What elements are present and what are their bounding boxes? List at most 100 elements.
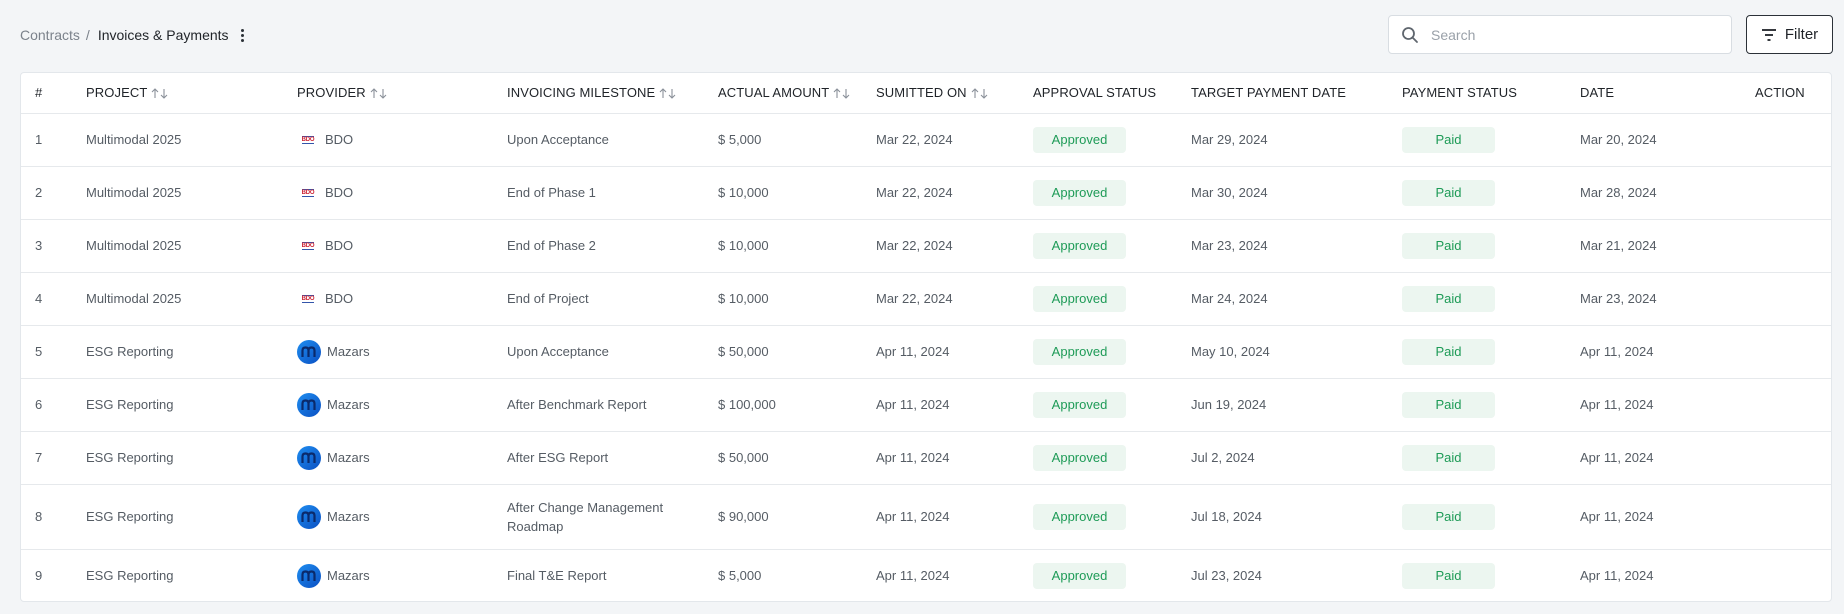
cell-submitted: Apr 11, 2024 <box>876 431 1033 485</box>
cell-date: Mar 20, 2024 <box>1580 113 1755 167</box>
cell-approval: Approved <box>1033 272 1191 326</box>
table-row[interactable]: 2 Multimodal 2025 BDO BDO End of Phase 1 … <box>21 166 1831 220</box>
payment-status-badge: Paid <box>1402 391 1495 418</box>
filter-button[interactable]: Filter <box>1746 15 1833 54</box>
cell-project: Multimodal 2025 <box>86 166 297 220</box>
cell-action[interactable] <box>1755 325 1831 379</box>
cell-index: 8 <box>21 484 86 550</box>
cell-project: Multimodal 2025 <box>86 113 297 167</box>
cell-target: May 10, 2024 <box>1191 325 1402 379</box>
approval-status-badge: Approved <box>1033 232 1126 259</box>
invoices-table-card: # PROJECT PROVIDER INVOICING MILESTONE A… <box>20 72 1832 602</box>
cell-index: 3 <box>21 219 86 273</box>
cell-amount: $ 5,000 <box>718 568 762 584</box>
cell-approval: Approved <box>1033 166 1191 220</box>
approval-status-badge: Approved <box>1033 285 1126 312</box>
col-header-milestone[interactable]: INVOICING MILESTONE <box>507 73 718 114</box>
table-row[interactable]: 4 Multimodal 2025 BDO BDO End of Project … <box>21 272 1831 326</box>
col-header-approval: APPROVAL STATUS <box>1033 73 1191 114</box>
cell-milestone: End of Phase 1 <box>507 166 718 220</box>
cell-action[interactable] <box>1755 166 1831 220</box>
cell-amount: $ 10,000 <box>718 272 876 326</box>
cell-action[interactable] <box>1755 219 1831 273</box>
col-header-index: # <box>21 73 86 114</box>
bdo-logo-icon: BDO <box>301 241 315 250</box>
sort-arrows-icon[interactable] <box>971 88 988 100</box>
payment-status-badge: Paid <box>1402 503 1495 530</box>
cell-project: Multimodal 2025 <box>86 272 297 326</box>
table-row[interactable]: 1 Multimodal 2025 BDO BDO Upon Acceptance… <box>21 113 1831 167</box>
cell-milestone: After Benchmark Report <box>507 378 718 432</box>
cell-date: Apr 11, 2024 <box>1580 431 1755 485</box>
mazars-logo-icon <box>297 563 321 588</box>
cell-submitted: Mar 22, 2024 <box>876 113 1033 167</box>
cell-amount: $ 50,000 <box>718 325 876 379</box>
bdo-logo-icon: BDO <box>301 294 315 303</box>
cell-action[interactable] <box>1755 378 1831 432</box>
table-row[interactable]: 8 ESG Reporting Mazars After Change Mana… <box>21 484 1831 550</box>
cell-approval: Approved <box>1033 378 1191 432</box>
col-header-action: ACTION <box>1755 73 1831 114</box>
cell-approval: Approved <box>1033 549 1191 601</box>
sort-arrows-icon[interactable] <box>151 88 168 100</box>
cell-date: Apr 11, 2024 <box>1580 484 1755 550</box>
table-row[interactable]: 9 ESG Reporting Mazars Final T&E Report … <box>21 549 1831 601</box>
cell-provider: BDO BDO <box>297 113 507 167</box>
cell-amount: $ 10,000 <box>718 219 876 273</box>
payment-status-badge: Paid <box>1402 444 1495 471</box>
bdo-logo-icon: BDO <box>301 188 315 197</box>
page-title: Invoices & Payments <box>97 27 229 43</box>
filter-icon <box>1761 28 1776 41</box>
cell-project: ESG Reporting <box>86 484 297 550</box>
cell-action[interactable] <box>1755 549 1831 601</box>
cell-action[interactable] <box>1755 484 1831 550</box>
cell-milestone: End of Phase 2 <box>507 219 718 273</box>
cell-payment: Paid <box>1402 549 1580 601</box>
cell-index: 9 <box>35 568 43 584</box>
payment-status-badge: Paid <box>1402 338 1495 365</box>
breadcrumb-contracts-link[interactable]: Contracts <box>20 27 80 43</box>
table-row[interactable]: 5 ESG Reporting Mazars Upon Acceptance $… <box>21 325 1831 379</box>
cell-submitted: Mar 22, 2024 <box>876 219 1033 273</box>
col-header-amount[interactable]: ACTUAL AMOUNT <box>718 73 876 114</box>
sort-arrows-icon[interactable] <box>370 88 387 100</box>
cell-target: Jul 23, 2024 <box>1191 568 1262 584</box>
cell-date: Apr 11, 2024 <box>1580 378 1755 432</box>
cell-submitted: Apr 11, 2024 <box>876 325 1033 379</box>
cell-payment: Paid <box>1402 166 1580 220</box>
sort-arrows-icon[interactable] <box>833 88 850 100</box>
sort-arrows-icon[interactable] <box>659 88 676 100</box>
cell-target: Mar 24, 2024 <box>1191 272 1402 326</box>
cell-date: Mar 23, 2024 <box>1580 272 1755 326</box>
search-input[interactable] <box>1431 26 1711 43</box>
more-options-icon[interactable] <box>237 26 249 44</box>
col-header-provider[interactable]: PROVIDER <box>297 73 507 114</box>
breadcrumb: Contracts / Invoices & Payments <box>20 25 249 45</box>
cell-action[interactable] <box>1755 431 1831 485</box>
cell-approval: Approved <box>1033 219 1191 273</box>
cell-payment: Paid <box>1402 113 1580 167</box>
col-header-payment: PAYMENT STATUS <box>1402 73 1580 114</box>
cell-amount: $ 100,000 <box>718 378 876 432</box>
cell-action[interactable] <box>1755 272 1831 326</box>
cell-milestone: After ESG Report <box>507 431 718 485</box>
table-header-row: # PROJECT PROVIDER INVOICING MILESTONE A… <box>21 73 1831 114</box>
payment-status-badge: Paid <box>1402 232 1495 259</box>
invoices-table: # PROJECT PROVIDER INVOICING MILESTONE A… <box>21 73 1831 601</box>
cell-payment: Paid <box>1402 484 1580 550</box>
cell-provider: Mazars <box>297 325 507 379</box>
table-row[interactable]: 3 Multimodal 2025 BDO BDO End of Phase 2 … <box>21 219 1831 273</box>
cell-project: Multimodal 2025 <box>86 219 297 273</box>
col-header-project[interactable]: PROJECT <box>86 73 297 114</box>
cell-action[interactable] <box>1755 113 1831 167</box>
cell-approval: Approved <box>1033 484 1191 550</box>
col-header-submitted[interactable]: SUMITTED ON <box>876 73 1033 114</box>
cell-submitted: Mar 22, 2024 <box>876 272 1033 326</box>
cell-approval: Approved <box>1033 431 1191 485</box>
search-box[interactable] <box>1388 15 1732 54</box>
table-row[interactable]: 6 ESG Reporting Mazars After Benchmark R… <box>21 378 1831 432</box>
cell-submitted: Apr 11, 2024 <box>876 568 950 584</box>
cell-milestone: End of Project <box>507 272 718 326</box>
table-row[interactable]: 7 ESG Reporting Mazars After ESG Report … <box>21 431 1831 485</box>
approval-status-badge: Approved <box>1033 562 1126 589</box>
